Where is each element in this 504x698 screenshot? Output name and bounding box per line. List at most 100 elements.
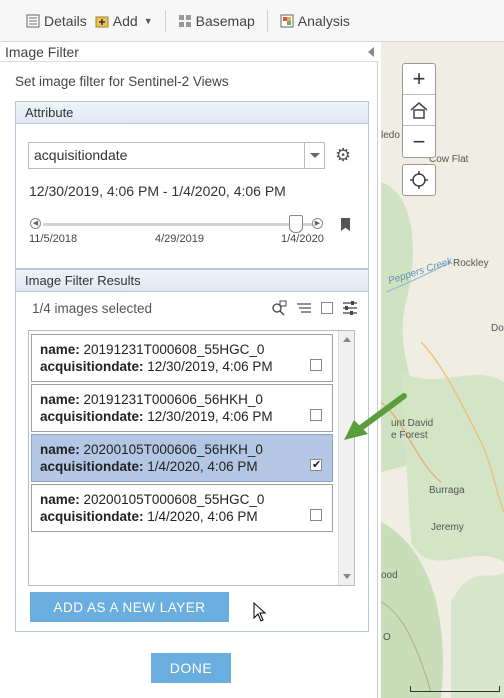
map-view[interactable]: ledo Cow Flat Peppers Creek Rockley Do u…: [381, 42, 504, 698]
zoom-control: + −: [402, 63, 436, 158]
map-label: Rockley: [453, 258, 489, 269]
zoom-in-button[interactable]: +: [403, 64, 435, 95]
results-header: Image Filter Results: [16, 270, 368, 292]
map-label: ledo: [381, 130, 400, 141]
item-date-line: acquisitiondate: 12/30/2019, 4:06 PM: [40, 408, 332, 425]
add-button[interactable]: Add ▼: [91, 0, 157, 42]
result-item[interactable]: name: 20191231T000606_56HKH_0 acquisitio…: [31, 384, 333, 432]
toolbar-divider: [164, 9, 166, 32]
analysis-label: Analysis: [297, 12, 350, 29]
item-name: 20191231T000608_55HGC_0: [83, 342, 265, 357]
name-label: name:: [40, 342, 80, 357]
add-label: Add: [112, 12, 138, 29]
item-name-line: name: 20191231T000606_56HKH_0: [40, 391, 332, 408]
date-label: acquisitiondate:: [40, 509, 144, 524]
zoom-to-selected-icon[interactable]: [271, 300, 287, 316]
locate-button[interactable]: [402, 164, 436, 196]
date-label: acquisitiondate:: [40, 409, 144, 424]
date-range-text: 12/30/2019, 4:06 PM - 1/4/2020, 4:06 PM: [29, 183, 286, 199]
attribute-select-value: acquisitiondate: [34, 147, 128, 163]
add-icon: [95, 14, 109, 28]
time-slider-handle[interactable]: [288, 215, 303, 233]
name-label: name:: [40, 392, 80, 407]
map-label: Jeremy: [431, 522, 464, 533]
select-all-checkbox[interactable]: [321, 302, 333, 314]
item-checkbox[interactable]: [310, 359, 322, 371]
panel-title-text: Image Filter: [5, 44, 79, 60]
analysis-button[interactable]: Analysis: [276, 0, 354, 42]
details-button[interactable]: Details: [22, 0, 91, 42]
details-label: Details: [44, 12, 87, 29]
add-as-new-layer-button[interactable]: ADD AS A NEW LAYER: [30, 592, 229, 622]
selection-count: 1/4 images selected: [32, 301, 153, 316]
map-label: Do: [491, 323, 504, 334]
slider-next-icon[interactable]: ▶: [312, 218, 323, 229]
slider-min-label: 11/5/2018: [29, 233, 78, 245]
analysis-icon: [280, 14, 294, 28]
basemap-button[interactable]: Basemap: [174, 0, 259, 42]
item-checkbox[interactable]: [310, 409, 322, 421]
result-item[interactable]: name: 20200105T000608_55HGC_0 acquisitio…: [31, 484, 333, 532]
scroll-up-icon[interactable]: [343, 337, 351, 342]
annotation-arrow-icon: [344, 393, 407, 440]
results-section: Image Filter Results 1/4 images selected…: [15, 269, 369, 632]
item-date: 1/4/2020, 4:06 PM: [147, 509, 258, 524]
name-label: name:: [40, 442, 80, 457]
home-button[interactable]: [403, 95, 435, 126]
item-checkbox-checked[interactable]: [310, 459, 322, 471]
date-label: acquisitiondate:: [40, 359, 144, 374]
date-label: acquisitiondate:: [40, 459, 144, 474]
mouse-cursor-icon: [253, 602, 267, 622]
collapse-panel-icon[interactable]: [368, 47, 374, 57]
basemap-label: Basemap: [195, 12, 255, 29]
minus-icon: −: [412, 128, 426, 154]
list-options-icon[interactable]: [296, 300, 312, 316]
image-filter-panel: Image Filter Set image filter for Sentin…: [0, 42, 378, 698]
map-label: Burraga: [429, 485, 465, 496]
list-scrollbar[interactable]: [338, 331, 354, 585]
scale-bar: [410, 686, 500, 692]
chevron-down-icon[interactable]: [304, 143, 324, 168]
locate-icon: [410, 171, 428, 189]
attribute-header: Attribute: [16, 102, 368, 124]
chevron-down-icon: ▼: [143, 15, 153, 26]
item-date: 12/30/2019, 4:06 PM: [147, 409, 273, 424]
details-icon: [26, 14, 40, 28]
zoom-out-button[interactable]: −: [403, 126, 435, 157]
item-date: 1/4/2020, 4:06 PM: [147, 459, 258, 474]
home-icon: [410, 102, 428, 119]
top-toolbar: Details Add ▼ Basemap Analysis: [0, 0, 504, 42]
gear-icon[interactable]: ⚙: [335, 146, 351, 164]
scroll-down-icon[interactable]: [343, 574, 351, 579]
item-date-line: acquisitiondate: 1/4/2020, 4:06 PM: [40, 508, 332, 525]
done-button[interactable]: DONE: [151, 653, 231, 683]
slider-mid-label: 4/29/2019: [155, 233, 204, 245]
basemap-icon: [178, 14, 192, 28]
plus-icon: +: [412, 66, 426, 91]
item-name: 20200105T000606_56HKH_0: [83, 442, 263, 457]
panel-subtitle: Set image filter for Sentinel-2 Views: [15, 74, 229, 89]
results-tools: [271, 300, 358, 316]
bookmark-icon[interactable]: [341, 218, 350, 231]
time-slider-track[interactable]: [43, 223, 315, 226]
item-checkbox[interactable]: [310, 509, 322, 521]
item-date-line: acquisitiondate: 1/4/2020, 4:06 PM: [40, 458, 332, 475]
item-date-line: acquisitiondate: 12/30/2019, 4:06 PM: [40, 358, 332, 375]
map-label: O: [383, 632, 391, 643]
item-name: 20191231T000606_56HKH_0: [83, 392, 263, 407]
results-list[interactable]: name: 20191231T000608_55HGC_0 acquisitio…: [28, 330, 355, 586]
map-label: ood: [381, 570, 398, 581]
item-date: 12/30/2019, 4:06 PM: [147, 359, 273, 374]
attribute-section: Attribute acquisitiondate ⚙ 12/30/2019, …: [15, 101, 369, 269]
toolbar-divider: [266, 9, 268, 32]
attribute-select[interactable]: acquisitiondate: [28, 142, 325, 169]
name-label: name:: [40, 492, 80, 507]
filter-settings-icon[interactable]: [342, 300, 358, 316]
item-name-line: name: 20200105T000606_56HKH_0: [40, 441, 332, 458]
item-name-line: name: 20200105T000608_55HGC_0: [40, 491, 332, 508]
result-item-selected[interactable]: name: 20200105T000606_56HKH_0 acquisitio…: [31, 434, 333, 482]
slider-prev-icon[interactable]: ◀: [30, 218, 41, 229]
item-name-line: name: 20191231T000608_55HGC_0: [40, 341, 332, 358]
slider-max-label: 1/4/2020: [281, 233, 324, 245]
result-item[interactable]: name: 20191231T000608_55HGC_0 acquisitio…: [31, 334, 333, 382]
